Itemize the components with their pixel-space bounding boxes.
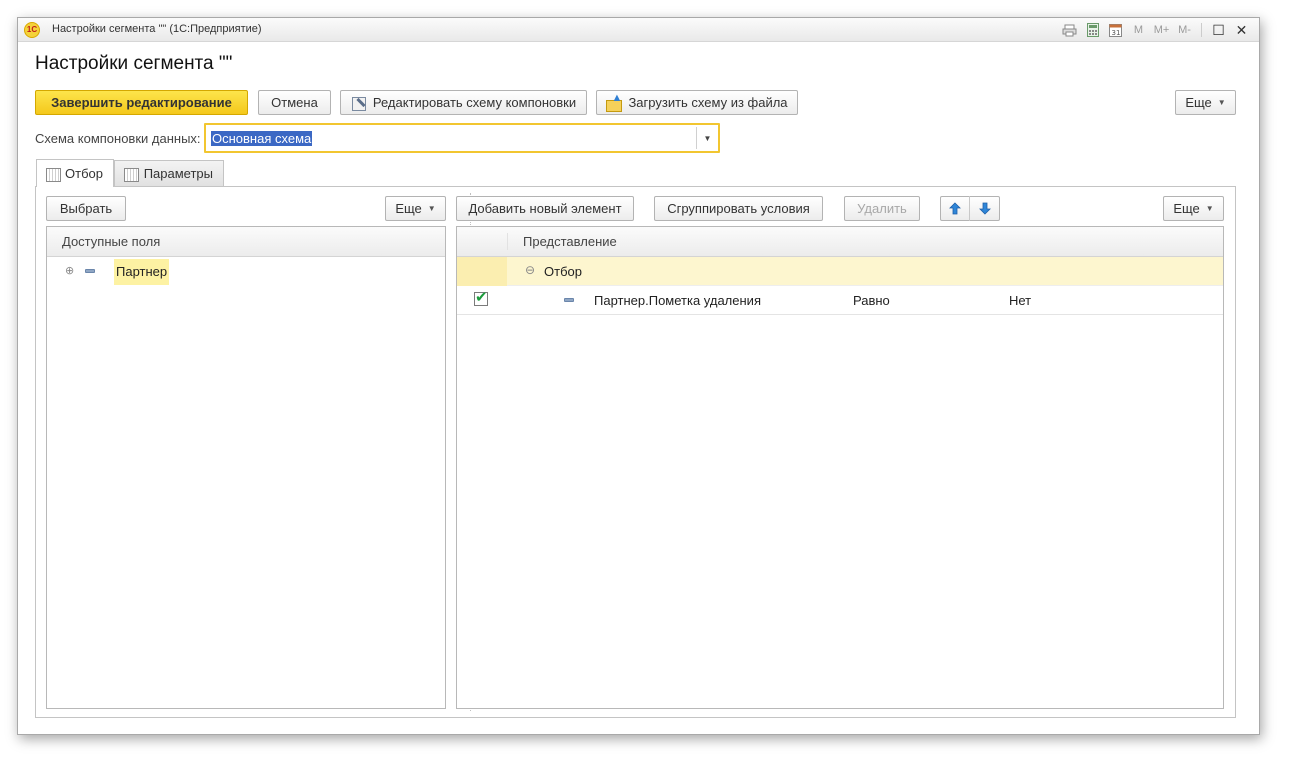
move-buttons [940, 196, 1000, 221]
filter-conditions-header-row: Представление [457, 227, 1223, 257]
maximize-icon[interactable]: ☐ [1209, 21, 1228, 39]
presentation-column-header: Представление [523, 234, 617, 249]
1c-logo-icon: 1С [24, 22, 40, 38]
select-button[interactable]: Выбрать [46, 196, 126, 221]
print-icon[interactable] [1060, 21, 1079, 39]
parameters-tab-icon [123, 166, 139, 182]
condition-enabled-checkbox[interactable] [474, 288, 488, 306]
add-element-button[interactable]: Добавить новый элемент [456, 196, 634, 221]
condition-row[interactable]: Партнер.Пометка удаления Равно Нет [457, 286, 1223, 315]
app-window: 1С Настройки сегмента "" (1С:Предприятие… [17, 17, 1260, 735]
finish-editing-label: Завершить редактирование [51, 95, 232, 110]
load-schema-button[interactable]: Загрузить схему из файла [596, 90, 798, 115]
group-conditions-button[interactable]: Сгруппировать условия [654, 196, 823, 221]
select-label: Выбрать [59, 201, 113, 216]
delete-button[interactable]: Удалить [844, 196, 920, 221]
schema-select[interactable]: Основная схема ▼ [204, 123, 720, 153]
available-fields-header: Доступные поля [62, 234, 161, 249]
schema-field-label: Схема компоновки данных: [35, 131, 201, 146]
condition-value[interactable]: Нет [1009, 293, 1031, 308]
filter-tab-icon [45, 166, 62, 182]
title-bar-tools: 31 M M+ M- ☐ ✕ [1060, 21, 1251, 39]
dropdown-arrow-icon[interactable]: ▼ [696, 127, 718, 149]
tab-parameters[interactable]: Параметры [114, 160, 224, 186]
cancel-label: Отмена [271, 95, 318, 110]
memory-minus-icon[interactable]: M- [1175, 21, 1194, 39]
calendar-icon[interactable]: 31 [1106, 21, 1125, 39]
add-element-label: Добавить новый элемент [468, 201, 622, 216]
form-more-label: Еще [1185, 95, 1212, 110]
field-icon [85, 269, 95, 273]
schema-select-value[interactable]: Основная схема [211, 131, 313, 146]
close-icon[interactable]: ✕ [1232, 21, 1251, 39]
tab-parameters-label: Параметры [143, 166, 213, 181]
group-conditions-label: Сгруппировать условия [667, 201, 810, 216]
chevron-down-icon: ▼ [1205, 204, 1214, 213]
cancel-button[interactable]: Отмена [258, 90, 331, 115]
tree-item-partner[interactable]: ⊕ Партнер [47, 257, 445, 286]
filter-conditions-table: Представление ⊖ Отбор Партнер.Пометка уд… [456, 226, 1224, 709]
load-schema-label: Загрузить схему из файла [628, 95, 788, 110]
delete-label: Удалить [857, 201, 907, 216]
form-title: Настройки сегмента "" [35, 53, 233, 74]
chevron-down-icon: ▼ [427, 204, 436, 213]
field-icon [564, 298, 574, 302]
right-more-label: Еще [1173, 201, 1200, 216]
edit-schema-icon [351, 95, 367, 111]
group-row-label: Отбор [544, 264, 582, 279]
tree-item-label: Партнер [114, 259, 170, 285]
expand-icon[interactable]: ⊕ [65, 264, 74, 277]
tab-filter-label: Отбор [65, 166, 103, 181]
svg-text:31: 31 [1112, 29, 1121, 37]
move-up-icon[interactable] [941, 196, 971, 221]
chevron-down-icon: ▼ [1217, 98, 1226, 107]
condition-comparison[interactable]: Равно [853, 293, 890, 308]
available-fields-header-row: Доступные поля [47, 227, 445, 257]
edit-schema-button[interactable]: Редактировать схему компоновки [340, 90, 587, 115]
group-row-check-cell [457, 257, 507, 286]
title-bar: 1С Настройки сегмента "" (1С:Предприятие… [18, 18, 1259, 42]
edit-schema-label: Редактировать схему компоновки [372, 95, 577, 110]
title-bar-divider [1201, 23, 1202, 37]
tab-filter[interactable]: Отбор [36, 159, 114, 187]
load-from-file-icon [606, 92, 623, 112]
available-fields-table: Доступные поля ⊕ Партнер [46, 226, 446, 709]
left-more-button[interactable]: Еще ▼ [385, 196, 446, 221]
column-divider [507, 233, 508, 250]
move-down-icon[interactable] [970, 196, 999, 221]
left-more-label: Еще [395, 201, 422, 216]
finish-editing-button[interactable]: Завершить редактирование [35, 90, 248, 115]
memory-m-icon[interactable]: M [1129, 21, 1148, 39]
condition-field[interactable]: Партнер.Пометка удаления [594, 293, 761, 308]
window-title: Настройки сегмента "" (1С:Предприятие) [52, 23, 262, 35]
form-more-button[interactable]: Еще ▼ [1175, 90, 1236, 115]
calculator-icon[interactable] [1083, 21, 1102, 39]
filter-panel: Выбрать Еще ▼ Доступные поля ⊕ Партнер Д… [35, 186, 1236, 718]
memory-plus-icon[interactable]: M+ [1152, 21, 1171, 39]
group-row-filter[interactable]: ⊖ Отбор [457, 257, 1223, 286]
right-more-button[interactable]: Еще ▼ [1163, 196, 1224, 221]
collapse-icon[interactable]: ⊖ [525, 263, 535, 277]
